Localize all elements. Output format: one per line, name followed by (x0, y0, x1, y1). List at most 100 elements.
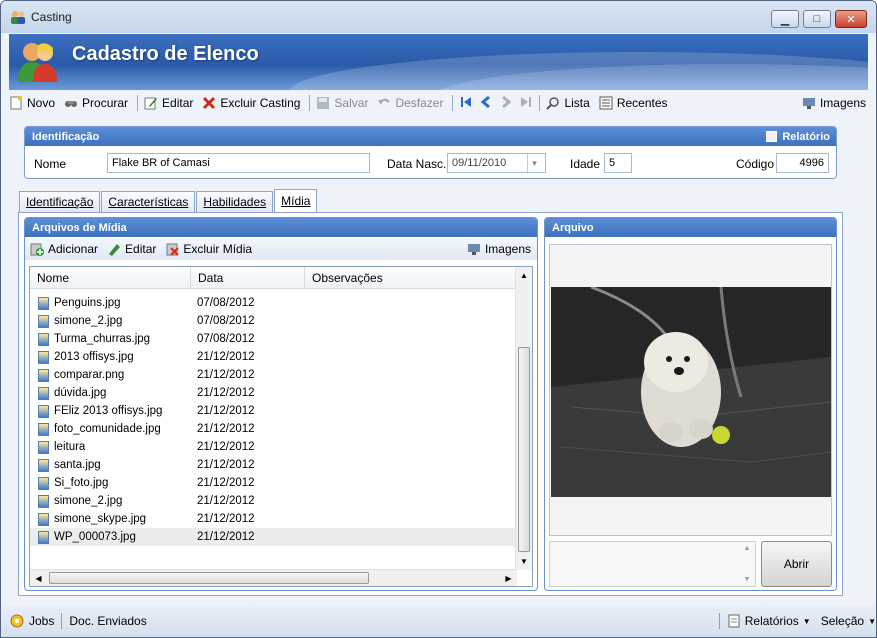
jobs-button[interactable]: Jobs (10, 614, 54, 629)
tab-habilidades[interactable]: Habilidades (196, 191, 274, 212)
image-preview-frame (549, 244, 832, 536)
list-item[interactable]: Si_foto.jpg 21/12/2012 (30, 474, 517, 492)
vertical-scrollbar[interactable]: ▲ ▼ (515, 267, 532, 570)
list-item[interactable]: simone_2.jpg 07/08/2012 (30, 312, 517, 330)
relatorio-checkbox[interactable]: Relatório (766, 131, 830, 143)
list-item[interactable]: santa.jpg 21/12/2012 (30, 456, 517, 474)
excluir-casting-button[interactable]: Excluir Casting (202, 96, 300, 110)
tab-midia[interactable]: Mídia (274, 189, 318, 212)
arquivos-midia-panel: Arquivos de Mídia Adicionar Editar Exclu… (24, 217, 538, 591)
editar-button[interactable]: Editar (144, 96, 193, 110)
column-nome[interactable]: Nome (30, 267, 191, 289)
jobs-icon (10, 614, 25, 629)
image-file-icon (38, 404, 49, 418)
midia-toolbar: Adicionar Editar Excluir Mídia Imagens (25, 238, 537, 260)
bottom-bar: Jobs Doc. Enviados Relatórios ▼ Seleção … (1, 605, 876, 637)
list-item[interactable]: 2013 offisys.jpg 21/12/2012 (30, 348, 517, 366)
file-date: 21/12/2012 (197, 477, 255, 489)
relatorios-dropdown[interactable]: Relatórios ▼ (727, 614, 811, 628)
procurar-button[interactable]: Procurar (64, 96, 128, 110)
horizontal-scrollbar[interactable]: ◀ ▶ (30, 569, 517, 586)
novo-button[interactable]: Novo (9, 96, 55, 110)
desfazer-button[interactable]: Desfazer (377, 96, 443, 110)
arquivo-header: Arquivo (545, 218, 836, 237)
vertical-scroll-thumb[interactable] (518, 347, 530, 552)
imagens-midia-button[interactable]: Imagens (467, 242, 531, 256)
image-file-icon (38, 368, 49, 382)
selecao-dropdown[interactable]: Seleção ▼ (821, 614, 876, 628)
first-record-button[interactable] (459, 95, 473, 112)
list-item[interactable]: FEliz 2013 offisys.jpg 21/12/2012 (30, 402, 517, 420)
image-file-icon (38, 350, 49, 364)
edit-media-icon (107, 242, 121, 256)
scroll-down-icon[interactable]: ▼ (744, 576, 751, 583)
editar-midia-button[interactable]: Editar (107, 242, 156, 256)
nome-value: Flake BR of Camasi (112, 157, 210, 169)
file-date: 07/08/2012 (197, 333, 255, 345)
file-name: Penguins.jpg (54, 297, 121, 309)
image-file-icon (38, 476, 49, 490)
scroll-down-icon[interactable]: ▼ (516, 553, 532, 570)
media-list[interactable]: Nome Data Observações Penguins.jpg 07/08/… (29, 266, 533, 587)
column-data[interactable]: Data (191, 267, 305, 289)
observacoes-scrollbar[interactable]: ▲ ▼ (739, 542, 755, 586)
tab-caracteristicas[interactable]: Características (101, 191, 196, 212)
column-observacoes[interactable]: Observações (305, 267, 517, 289)
imagens-button[interactable]: Imagens (802, 96, 866, 110)
file-name: 2013 offisys.jpg (54, 351, 134, 363)
cell-nome: simone_2.jpg (30, 314, 191, 328)
list-item[interactable]: WP_000073.jpg 21/12/2012 (30, 528, 517, 546)
jobs-label: Jobs (29, 614, 55, 628)
list-item[interactable]: leitura 21/12/2012 (30, 438, 517, 456)
minimize-button[interactable]: ▁ (771, 10, 799, 28)
chevron-down-icon[interactable]: ▼ (527, 154, 541, 172)
maximize-icon: □ (813, 13, 821, 25)
list-item[interactable]: foto_comunidade.jpg 21/12/2012 (30, 420, 517, 438)
cell-nome: Turma_churras.jpg (30, 332, 191, 346)
scroll-right-icon[interactable]: ▶ (500, 570, 517, 586)
list-item[interactable]: simone_2.jpg 21/12/2012 (30, 492, 517, 510)
scroll-up-icon[interactable]: ▲ (516, 267, 532, 284)
list-item[interactable]: dúvida.jpg 21/12/2012 (30, 384, 517, 402)
doc-enviados-button[interactable]: Doc. Enviados (69, 614, 146, 628)
lista-button[interactable]: Lista (546, 96, 590, 110)
last-icon (519, 95, 533, 112)
excluir-midia-button[interactable]: Excluir Mídia (165, 242, 252, 256)
edit-icon (144, 96, 158, 110)
close-icon: ✕ (846, 13, 856, 26)
nome-input[interactable]: Flake BR of Camasi (107, 153, 370, 173)
recentes-button[interactable]: Recentes (599, 96, 668, 110)
list-item[interactable]: simone_skype.jpg 21/12/2012 (30, 510, 517, 528)
selecao-label: Seleção (820, 614, 865, 628)
salvar-button[interactable]: Salvar (316, 96, 368, 110)
image-viewer-icon (802, 96, 816, 110)
close-button[interactable]: ✕ (835, 10, 867, 28)
binoculars-icon (64, 96, 78, 110)
observacoes-box[interactable]: ▲ ▼ (549, 541, 756, 587)
data-nasc-picker[interactable]: 09/11/2010 ▼ (447, 153, 546, 173)
scroll-up-icon[interactable]: ▲ (744, 545, 751, 552)
adicionar-button[interactable]: Adicionar (30, 242, 98, 256)
relatorio-label: Relatório (782, 130, 830, 143)
maximize-button[interactable]: □ (803, 10, 831, 28)
codigo-input[interactable]: 4996 (776, 153, 829, 173)
doc-enviados-label: Doc. Enviados (69, 614, 147, 628)
delete-icon (202, 96, 216, 110)
idade-input[interactable]: 5 (604, 153, 632, 173)
list-item[interactable]: Turma_churras.jpg 07/08/2012 (30, 330, 517, 348)
tab-identificacao[interactable]: Identificação (19, 191, 101, 212)
cell-nome: 2013 offisys.jpg (30, 350, 191, 364)
cell-nome: leitura (30, 440, 191, 454)
abrir-button[interactable]: Abrir (761, 541, 832, 587)
app-window: Casting ▁ □ ✕ Cadastro de Elenco Novo Pr… (0, 0, 877, 638)
data-nasc-value: 09/11/2010 (452, 157, 507, 169)
list-item[interactable]: comparar.png 21/12/2012 (30, 366, 517, 384)
next-record-button[interactable] (499, 95, 513, 112)
previous-record-button[interactable] (479, 95, 493, 112)
arquivo-panel: Arquivo ▲ ▼ Abrir (544, 217, 837, 591)
horizontal-scroll-thumb[interactable] (49, 572, 369, 584)
last-record-button[interactable] (519, 95, 533, 112)
cell-nome: Si_foto.jpg (30, 476, 191, 490)
list-item[interactable]: Penguins.jpg 07/08/2012 (30, 294, 517, 312)
scroll-left-icon[interactable]: ◀ (30, 570, 47, 586)
